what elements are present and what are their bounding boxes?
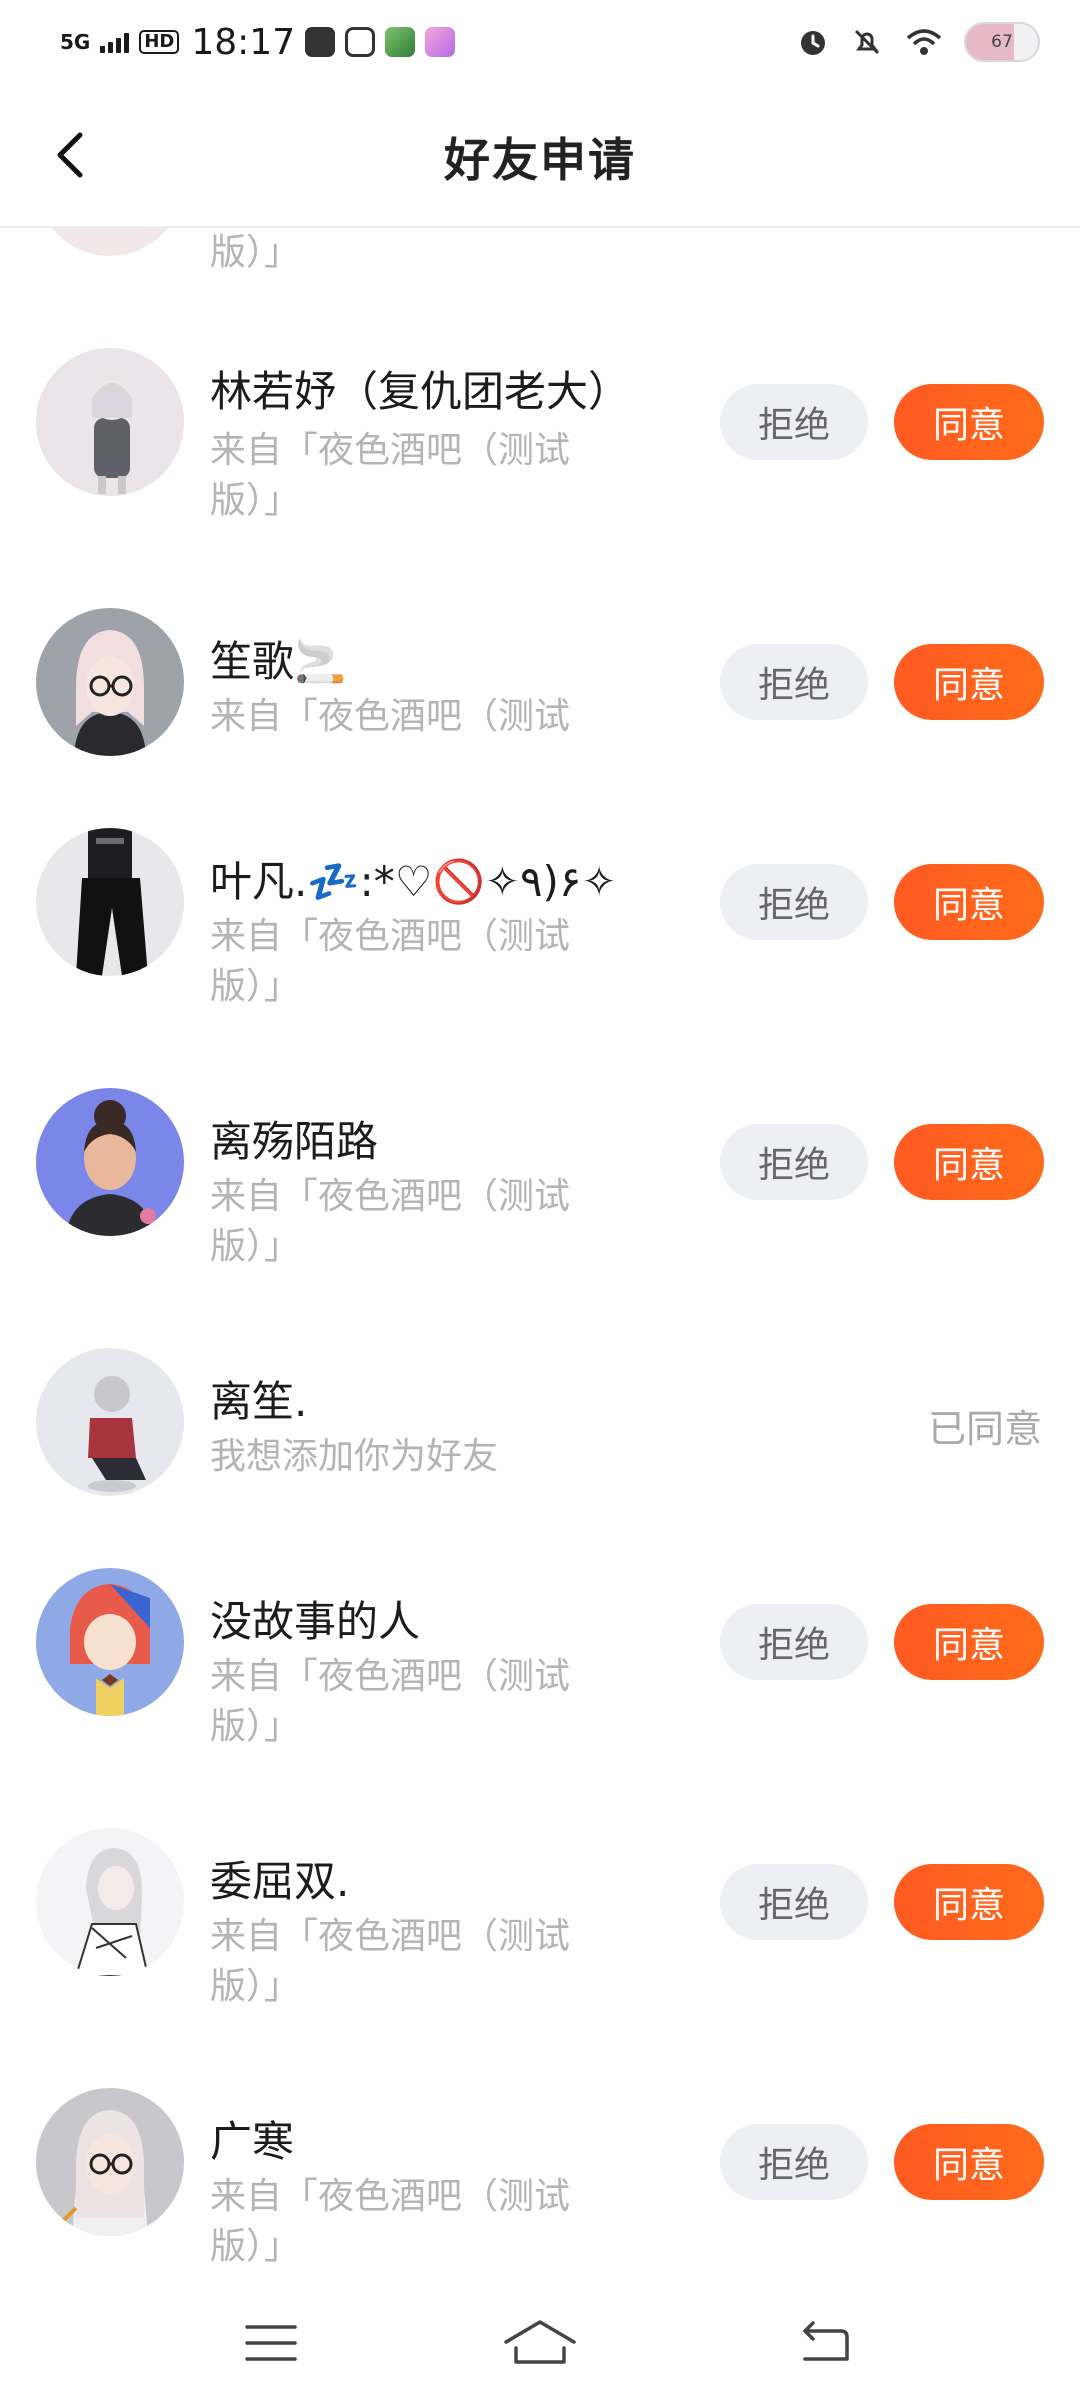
status-time: 18:17 xyxy=(191,21,296,63)
reject-button[interactable]: 拒绝 xyxy=(720,864,868,940)
back-icon xyxy=(803,2321,849,2361)
mail-icon xyxy=(305,27,336,57)
agree-button[interactable]: 同意 xyxy=(894,2124,1044,2200)
agree-button[interactable]: 同意 xyxy=(894,864,1044,940)
page-title: 好友申请 xyxy=(444,133,636,187)
avatar-image xyxy=(36,1828,184,1976)
reject-button[interactable]: 拒绝 xyxy=(720,384,868,460)
agree-button[interactable]: 同意 xyxy=(894,384,1044,460)
wifi-icon xyxy=(906,29,942,55)
avatar[interactable] xyxy=(36,1088,184,1236)
avatar-image xyxy=(36,348,184,496)
app-icon xyxy=(385,27,416,57)
menu-icon xyxy=(245,2325,297,2361)
request-source: 来自「夜色酒吧（测试版）」 xyxy=(210,1176,571,1267)
avatar[interactable] xyxy=(36,608,184,756)
avatar-image xyxy=(36,1348,184,1496)
requester-name: 叶凡.💤:*♡🚫✧٩)۶✧ xyxy=(210,857,617,906)
request-source: 来自「夜色酒吧（测试版）」 xyxy=(210,1656,571,1747)
list-item[interactable]: 广寒 来自「夜色酒吧（测试版）」 拒绝 同意 xyxy=(0,2088,1080,2268)
avatar-image xyxy=(36,1088,184,1236)
list-item[interactable]: 离笙. 我想添加你为好友 已同意 xyxy=(0,1348,1080,1508)
request-source: 来自「夜色酒吧（测试版）」 xyxy=(210,2176,571,2267)
friend-requests-screen: 5G HD 18:17 67 好友申请 版）」 林若妤（复仇团老大） 来自「夜色… xyxy=(0,0,1080,2408)
hd-badge: HD xyxy=(139,30,180,54)
requester-name: 笙歌🚬 xyxy=(210,637,347,686)
avatar[interactable] xyxy=(36,1568,184,1716)
avatar-image xyxy=(36,608,184,756)
request-source: 我想添加你为好友 xyxy=(210,1436,499,1477)
system-nav-bar xyxy=(0,2278,1080,2408)
avatar-image xyxy=(36,2088,184,2236)
mute-icon xyxy=(854,29,880,55)
agree-button[interactable]: 同意 xyxy=(894,1604,1044,1680)
list-item[interactable]: 叶凡.💤:*♡🚫✧٩)۶✧ 来自「夜色酒吧（测试版）」 拒绝 同意 xyxy=(0,828,1080,1008)
agree-button[interactable]: 同意 xyxy=(894,644,1044,720)
signal-icon xyxy=(100,31,130,53)
avatar[interactable] xyxy=(36,1348,184,1496)
network-type: 5G xyxy=(60,30,91,54)
avatar[interactable] xyxy=(36,1828,184,1976)
battery-indicator: 67 xyxy=(964,22,1040,62)
battery-level: 67 xyxy=(991,32,1013,52)
agree-button[interactable]: 同意 xyxy=(894,1864,1044,1940)
reject-button[interactable]: 拒绝 xyxy=(720,1864,868,1940)
request-list[interactable]: 版）」 林若妤（复仇团老大） 来自「夜色酒吧（测试版）」 拒绝 同意 笙歌🚬 来… xyxy=(0,228,1080,2278)
avatar[interactable] xyxy=(36,348,184,496)
agree-button[interactable]: 同意 xyxy=(894,1124,1044,1200)
reject-button[interactable]: 拒绝 xyxy=(720,1124,868,1200)
request-source: 来自「夜色酒吧（测试版）」 xyxy=(210,430,571,521)
header: 好友申请 xyxy=(0,84,1080,228)
agreed-status: 已同意 xyxy=(927,1407,1042,1451)
home-button[interactable] xyxy=(495,2308,585,2378)
list-item[interactable]: 林若妤（复仇团老大） 来自「夜色酒吧（测试版）」 拒绝 同意 xyxy=(0,348,1080,528)
avatar[interactable] xyxy=(36,828,184,976)
menu-button[interactable] xyxy=(226,2308,316,2378)
reject-button[interactable]: 拒绝 xyxy=(720,1604,868,1680)
avatar[interactable] xyxy=(36,2088,184,2236)
app-icon xyxy=(425,27,456,57)
request-source: 版）」 xyxy=(210,232,301,273)
avatar-image xyxy=(36,828,184,976)
list-item[interactable]: 离殇陌路 来自「夜色酒吧（测试版）」 拒绝 同意 xyxy=(0,1088,1080,1268)
status-left: 5G HD 18:17 xyxy=(60,18,456,66)
app-icon xyxy=(345,27,376,57)
reject-button[interactable]: 拒绝 xyxy=(720,644,868,720)
requester-name: 没故事的人 xyxy=(210,1597,421,1646)
reject-button[interactable]: 拒绝 xyxy=(720,2124,868,2200)
requester-name: 林若妤（复仇团老大） xyxy=(210,367,631,416)
list-item[interactable]: 没故事的人 来自「夜色酒吧（测试版）」 拒绝 同意 xyxy=(0,1568,1080,1748)
request-source: 来自「夜色酒吧（测试版）」 xyxy=(210,1916,571,2007)
request-source: 来自「夜色酒吧（测试版）」 xyxy=(210,916,571,1007)
avatar xyxy=(36,228,184,256)
list-item-partial: 版）」 xyxy=(0,228,1080,288)
back-nav-button[interactable] xyxy=(780,2308,870,2378)
status-bar: 5G HD 18:17 67 xyxy=(0,0,1080,84)
requester-name: 离殇陌路 xyxy=(210,1117,379,1166)
alarm-icon xyxy=(801,31,825,55)
status-right: 67 xyxy=(796,18,1040,66)
requester-name: 广寒 xyxy=(210,2117,295,2166)
requester-name: 委屈双. xyxy=(210,1857,350,1906)
home-icon xyxy=(504,2320,576,2364)
list-item[interactable]: 笙歌🚬 来自「夜色酒吧（测试 拒绝 同意 xyxy=(0,608,1080,768)
list-item[interactable]: 委屈双. 来自「夜色酒吧（测试版）」 拒绝 同意 xyxy=(0,1828,1080,2008)
request-source: 来自「夜色酒吧（测试 xyxy=(210,696,571,737)
requester-name: 离笙. xyxy=(210,1377,308,1426)
avatar-image xyxy=(36,1568,184,1716)
